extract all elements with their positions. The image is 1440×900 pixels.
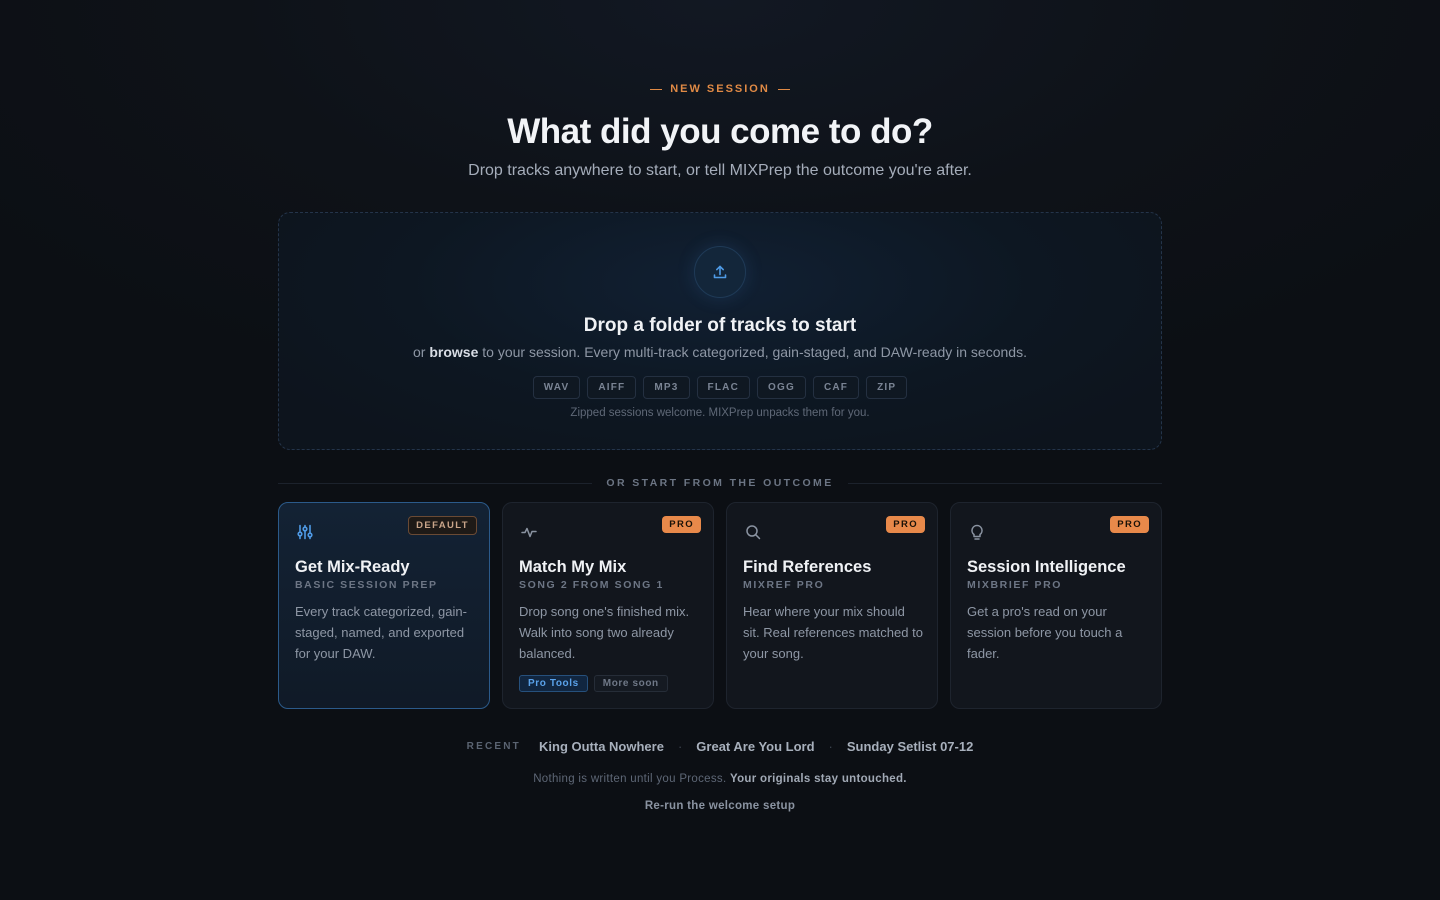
card-description: Every track categorized, gain-staged, na… — [295, 604, 467, 661]
card-description: Drop song one's finished mix. Walk into … — [519, 604, 690, 661]
outcome-card-get-mix-ready[interactable]: DEFAULT Get Mix-Ready BASIC SESSION PREP… — [278, 502, 490, 709]
page-subtitle: Drop tracks anywhere to start, or tell M… — [468, 162, 972, 179]
recent-item[interactable]: Sunday Setlist 07-12 — [847, 739, 973, 754]
dropzone-sub-prefix: or — [413, 344, 426, 360]
format-chip: WAV — [532, 376, 581, 399]
recent-item[interactable]: King Outta Nowhere — [539, 739, 664, 754]
safety-note-strong: Your originals stay untouched. — [729, 773, 907, 785]
card-title: Get Mix-Ready — [295, 558, 410, 576]
eyebrow-dash-left — [650, 88, 663, 90]
tag-more-soon: More soon — [593, 675, 668, 692]
pro-badge: PRO — [886, 516, 925, 533]
default-badge: DEFAULT — [408, 516, 477, 535]
recent-label: RECENT — [466, 741, 521, 752]
lightbulb-icon — [971, 524, 983, 540]
format-list: WAV AIFF MP3 FLAC OGG CAF ZIP — [279, 376, 1161, 399]
tag-pro-tools: Pro Tools — [519, 675, 588, 692]
pulse-icon — [521, 527, 537, 538]
page-title: What did you come to do? — [507, 112, 933, 151]
card-description: Hear where your mix should sit. Real ref… — [743, 604, 923, 661]
format-chip: ZIP — [866, 376, 908, 399]
dropzone-note: Zipped sessions welcome. MIXPrep unpacks… — [570, 407, 870, 419]
search-icon — [746, 525, 761, 540]
recent-separator: · — [828, 739, 833, 754]
format-chip: OGG — [757, 376, 806, 399]
dropzone-sub-suffix: to your session. Every multi-track categ… — [482, 344, 1027, 360]
upload-icon[interactable] — [694, 246, 746, 298]
card-kicker: SONG 2 FROM SONG 1 — [519, 579, 664, 591]
browse-link[interactable]: browse — [429, 344, 478, 360]
format-chip: FLAC — [696, 376, 751, 399]
card-tags: Pro Tools More soon — [519, 675, 668, 692]
recent-separator: · — [677, 739, 683, 754]
eyebrow-dash-right — [777, 88, 790, 90]
outcome-divider: OR START FROM THE OUTCOME — [278, 476, 1162, 490]
card-kicker: MIXBRIEF PRO — [967, 579, 1063, 591]
safety-note-plain: Nothing is written until you Process. — [533, 773, 727, 785]
divider-label: OR START FROM THE OUTCOME — [606, 477, 834, 489]
dropzone-title: Drop a folder of tracks to start — [583, 315, 857, 336]
track-dropzone[interactable]: Drop a folder of tracks to start or brow… — [278, 212, 1162, 450]
card-kicker: MIXREF PRO — [743, 579, 825, 591]
outcome-card-match-my-mix[interactable]: PRO Match My Mix SONG 2 FROM SONG 1 Drop… — [502, 502, 714, 709]
sliders-icon — [297, 524, 313, 540]
outcome-card-session-intelligence[interactable]: PRO Session Intelligence MIXBRIEF PRO Ge… — [950, 502, 1162, 709]
outcome-card-find-references[interactable]: PRO Find References MIXREF PRO Hear wher… — [726, 502, 938, 709]
recent-sessions: RECENT King Outta Nowhere · Great Are Yo… — [0, 739, 1440, 754]
format-chip: CAF — [812, 376, 860, 399]
card-description: Get a pro's read on your session before … — [967, 604, 1123, 661]
format-chip: MP3 — [643, 376, 690, 399]
section-eyebrow: NEW SESSION — [0, 83, 1440, 95]
divider-line — [847, 482, 1162, 484]
card-title: Session Intelligence — [967, 558, 1126, 576]
eyebrow-label: NEW SESSION — [670, 83, 770, 95]
safety-note: Nothing is written until you Process. Yo… — [0, 773, 1440, 785]
dropzone-subtitle: or browse to your session. Every multi-t… — [279, 344, 1161, 360]
format-chip: AIFF — [587, 376, 637, 399]
rerun-setup: Re-run the welcome setup — [0, 800, 1440, 812]
pro-badge: PRO — [662, 516, 701, 533]
pro-badge: PRO — [1110, 516, 1149, 533]
rerun-setup-link[interactable]: Re-run the welcome setup — [645, 800, 795, 812]
divider-line — [278, 482, 593, 484]
card-title: Find References — [743, 558, 872, 576]
recent-item[interactable]: Great Are You Lord — [696, 739, 814, 754]
card-kicker: BASIC SESSION PREP — [295, 579, 438, 591]
card-title: Match My Mix — [519, 558, 627, 576]
